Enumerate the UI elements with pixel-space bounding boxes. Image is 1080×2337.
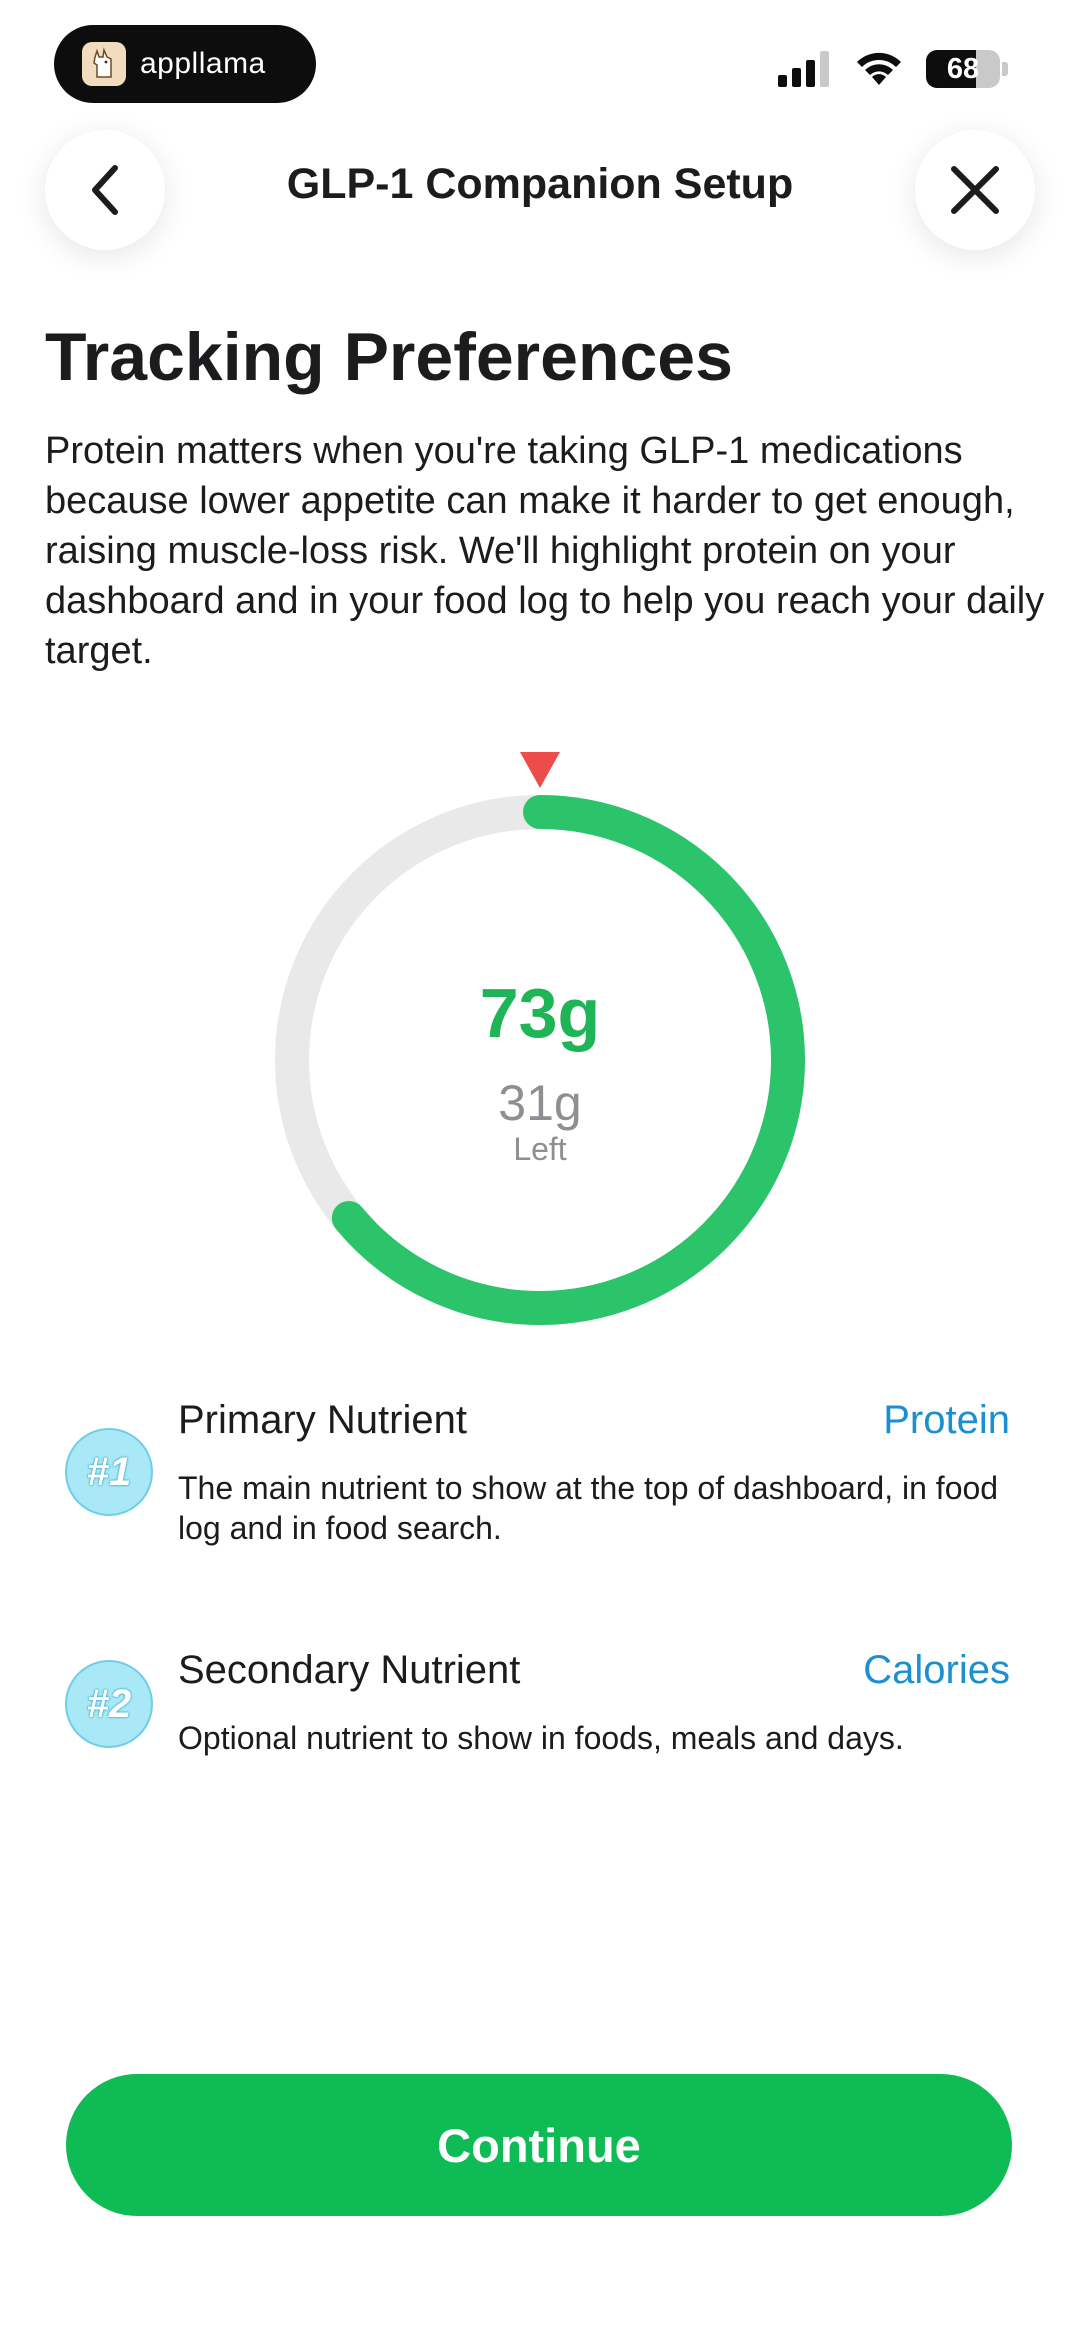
- section-heading: Tracking Preferences: [45, 319, 733, 395]
- ring-remaining-value: 31g: [498, 1075, 582, 1131]
- status-bar: appllama 68: [0, 0, 1080, 120]
- section-description: Protein matters when you're taking GLP-1…: [45, 430, 1045, 672]
- primary-nutrient-title: Primary Nutrient: [178, 1398, 467, 1442]
- ring-consumed-value: 73g: [479, 974, 601, 1052]
- primary-nutrient-value[interactable]: Protein: [883, 1398, 1010, 1443]
- secondary-nutrient-description: Optional nutrient to show in foods, meal…: [178, 1720, 904, 1756]
- signal-icon: [778, 51, 829, 87]
- close-icon: [951, 166, 999, 214]
- secondary-nutrient-value[interactable]: Calories: [863, 1648, 1010, 1693]
- continue-button[interactable]: Continue: [66, 2074, 1012, 2216]
- ring-remaining-label: Left: [513, 1131, 567, 1167]
- rank-2-badge-icon: #2: [65, 1660, 153, 1748]
- close-button[interactable]: [915, 130, 1035, 250]
- rank-1-badge-icon: #1: [65, 1428, 153, 1516]
- secondary-nutrient-title: Secondary Nutrient: [178, 1648, 521, 1692]
- app-name: appllama: [140, 47, 266, 80]
- wifi-icon: [857, 52, 901, 85]
- protein-progress-ring: 73g 31g Left: [260, 740, 820, 1340]
- battery-level: 68: [946, 52, 980, 85]
- llama-logo-icon: [82, 42, 126, 86]
- battery-icon: 68: [926, 50, 1000, 88]
- app-indicator-pill[interactable]: appllama: [54, 25, 316, 103]
- primary-nutrient-description: The main nutrient to show at the top of …: [178, 1470, 999, 1546]
